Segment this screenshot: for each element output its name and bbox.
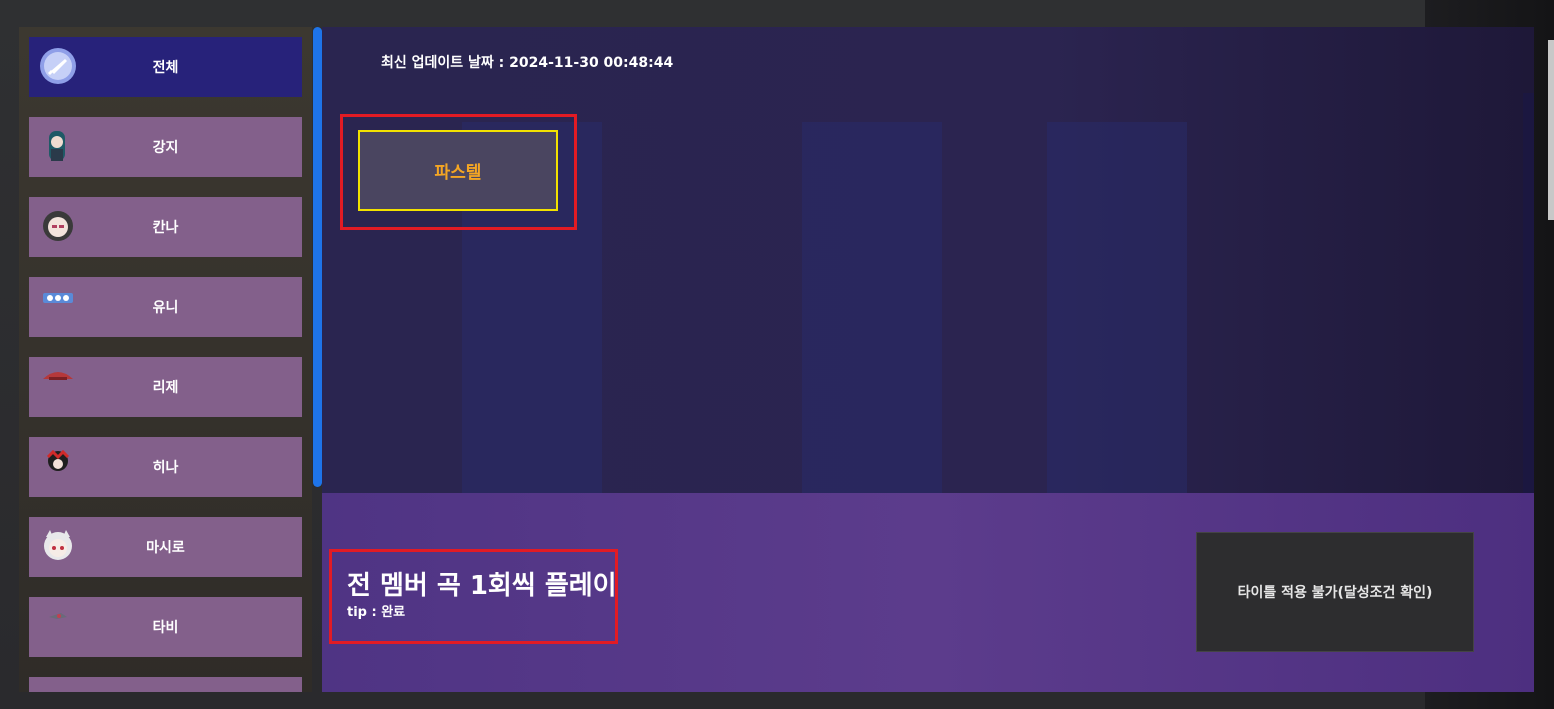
all-icon xyxy=(39,47,77,85)
sidebar-item-label: 리제 xyxy=(152,380,179,396)
sidebar-item-label: 유니 xyxy=(152,300,179,316)
sidebar-item-mashiro[interactable]: 마시로 xyxy=(29,517,302,577)
gangji-avatar-icon xyxy=(39,127,77,165)
last-update-text: 최신 업데이트 날짜 : 2024-11-30 00:48:44 xyxy=(381,55,674,71)
apply-title-button[interactable]: 타이틀 적용 불가(달성조건 확인) xyxy=(1196,532,1474,652)
title-card-pastel[interactable]: 파스텔 xyxy=(358,130,558,211)
sidebar-item-all[interactable]: 전체 xyxy=(29,37,302,97)
yuni-avatar-icon xyxy=(39,287,77,325)
sidebar-item-label: 마시로 xyxy=(146,540,185,556)
background-decoration xyxy=(802,122,942,493)
member-sidebar: 전체 강지 칸나 유니 리제 히나 마시로 타비 xyxy=(19,27,312,692)
sidebar-item-label: 칸나 xyxy=(152,220,179,236)
lize-avatar-icon xyxy=(39,367,77,405)
mashiro-avatar-icon xyxy=(39,527,77,565)
sidebar-item-label: 전체 xyxy=(152,60,179,76)
quest-tip: tip : 완료 xyxy=(347,605,406,620)
main-content: 최신 업데이트 날짜 : 2024-11-30 00:48:44 파스텔 전 멤… xyxy=(322,27,1534,692)
sidebar-item-lize[interactable]: 리제 xyxy=(29,357,302,417)
quest-title: 전 멤버 곡 1회씩 플레이 xyxy=(347,571,617,601)
sidebar-item-kanna[interactable]: 칸나 xyxy=(29,197,302,257)
sidebar-item-yuni[interactable]: 유니 xyxy=(29,277,302,337)
edge-tab[interactable] xyxy=(1548,40,1554,220)
title-detail-panel: 전 멤버 곡 1회씩 플레이 tip : 완료 타이틀 적용 불가(달성조건 확… xyxy=(322,493,1534,692)
app-root: 전체 강지 칸나 유니 리제 히나 마시로 타비 최신 업데이트 날짜: 20… xyxy=(0,0,1554,709)
background-decoration xyxy=(1047,122,1187,493)
partial-avatar-icon xyxy=(39,687,77,692)
hina-avatar-icon xyxy=(39,447,77,485)
sidebar-item-tabi[interactable]: 타비 xyxy=(29,597,302,657)
title-card-label: 파스텔 xyxy=(434,163,482,183)
kanna-avatar-icon xyxy=(39,207,77,245)
sidebar-item-label: 강지 xyxy=(152,140,179,156)
background-strip xyxy=(1523,93,1534,493)
tabi-avatar-icon xyxy=(39,607,77,645)
sidebar-item-gangji[interactable]: 강지 xyxy=(29,117,302,177)
apply-title-label: 타이틀 적용 불가(달성조건 확인) xyxy=(1237,585,1433,601)
sidebar-item-label: 히나 xyxy=(152,460,179,476)
sidebar-item-label: 타비 xyxy=(152,620,179,636)
sidebar-scrollbar[interactable] xyxy=(313,27,322,487)
sidebar-item-partial[interactable] xyxy=(29,677,302,692)
sidebar-item-hina[interactable]: 히나 xyxy=(29,437,302,497)
